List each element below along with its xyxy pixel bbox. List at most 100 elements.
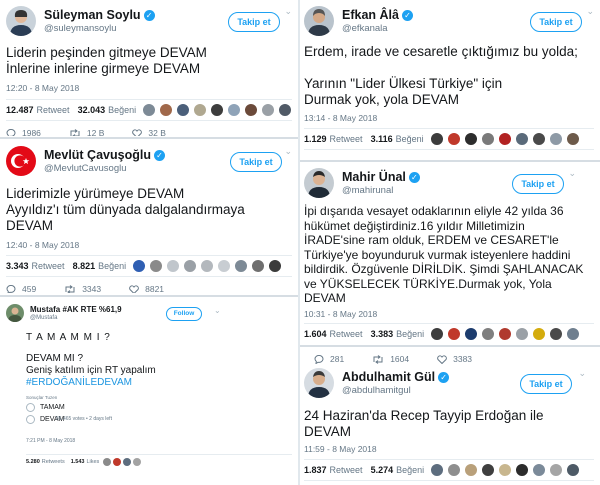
user-name[interactable]: Mustafa #AK RTE %61,9 — [30, 305, 122, 314]
liker-avatar[interactable] — [176, 103, 191, 117]
tweet-time[interactable]: 7:21 PM - 8 May 2018 — [26, 438, 292, 444]
tweet-time[interactable]: 12:40 - 8 May 2018 — [6, 240, 292, 250]
liker-avatar[interactable] — [103, 458, 112, 466]
liker-avatar[interactable] — [481, 326, 496, 341]
liker-avatar[interactable] — [430, 326, 445, 341]
follow-button[interactable]: Takip et — [530, 12, 582, 32]
liker-avatar[interactable] — [531, 132, 546, 146]
poll-option[interactable]: TAMAM — [26, 403, 292, 412]
reply-button[interactable]: 285 — [304, 157, 334, 158]
retweet-count[interactable]: 1.129 — [304, 134, 327, 144]
liker-avatar[interactable] — [113, 458, 122, 466]
like-count[interactable]: 32.043 — [78, 105, 106, 115]
liker-avatar[interactable] — [133, 458, 142, 466]
avatar[interactable] — [6, 304, 24, 322]
liker-avatar[interactable] — [278, 103, 292, 117]
retweet-button[interactable]: 12 B — [69, 128, 104, 136]
liker-avatar[interactable] — [430, 463, 445, 477]
user-handle[interactable]: @abdulhamitgul — [342, 385, 411, 396]
liker-avatar[interactable] — [548, 132, 563, 146]
liker-avatar[interactable] — [514, 132, 529, 146]
liker-avatar[interactable] — [132, 259, 147, 273]
retweet-button[interactable]: 3343 — [64, 284, 101, 293]
like-button[interactable]: 32 B — [132, 128, 166, 136]
reply-button[interactable]: 459 — [6, 284, 36, 293]
follow-button[interactable]: Takip et — [228, 12, 280, 32]
tweet-time[interactable]: 11:59 - 8 May 2018 — [304, 444, 594, 454]
liker-avatar[interactable] — [532, 326, 547, 341]
chevron-down-icon[interactable]: ⌄ — [578, 368, 586, 379]
liker-avatar[interactable] — [463, 132, 478, 146]
chevron-down-icon[interactable]: ⌄ — [214, 306, 221, 315]
chevron-down-icon[interactable]: ⌄ — [284, 146, 292, 157]
liker-avatar[interactable] — [149, 259, 164, 273]
user-name[interactable]: Mahir Ünal ✓ — [342, 170, 420, 184]
liker-avatar[interactable] — [200, 259, 215, 273]
liker-avatar[interactable] — [210, 103, 225, 117]
retweet-count[interactable]: 5.280 — [26, 459, 40, 465]
like-button[interactable]: 8821 — [129, 284, 164, 293]
liker-avatar[interactable] — [193, 103, 208, 117]
liker-avatar[interactable] — [549, 463, 564, 477]
liker-avatar[interactable] — [234, 259, 249, 273]
chevron-down-icon[interactable]: ⌄ — [568, 168, 576, 179]
follow-button[interactable]: Takip et — [230, 152, 282, 172]
tweet-time[interactable]: 13:14 - 8 May 2018 — [304, 113, 594, 123]
liker-avatar[interactable] — [447, 326, 462, 341]
liker-avatar[interactable] — [159, 103, 174, 117]
liker-avatar[interactable] — [261, 103, 276, 117]
liker-avatar[interactable] — [464, 326, 479, 341]
liker-avatar[interactable] — [464, 463, 479, 477]
liker-avatar[interactable] — [429, 132, 444, 146]
liker-avatar[interactable] — [497, 132, 512, 146]
liker-avatar[interactable] — [480, 132, 495, 146]
retweet-button[interactable]: 1604 — [372, 354, 409, 364]
reply-button[interactable]: 1986 — [6, 128, 41, 136]
chevron-down-icon[interactable]: ⌄ — [586, 6, 594, 17]
avatar[interactable] — [304, 168, 334, 198]
liker-avatar[interactable] — [268, 259, 283, 273]
like-count[interactable]: 5.274 — [371, 465, 394, 475]
liker-avatar[interactable] — [142, 103, 157, 117]
like-button[interactable]: 3383 — [437, 354, 472, 364]
liker-avatar[interactable] — [446, 132, 461, 146]
tweet-time[interactable]: 12:20 - 8 May 2018 — [6, 83, 292, 93]
retweet-count[interactable]: 3.343 — [6, 261, 29, 271]
user-handle[interactable]: @efkanala — [342, 23, 388, 34]
liker-avatar[interactable] — [447, 463, 462, 477]
user-handle[interactable]: @mahirunal — [342, 185, 393, 196]
liker-avatar[interactable] — [549, 326, 564, 341]
liker-avatar[interactable] — [566, 326, 581, 341]
retweet-count[interactable]: 1.837 — [304, 465, 327, 475]
like-count[interactable]: 3.116 — [371, 134, 393, 144]
liker-avatar[interactable] — [123, 458, 132, 466]
like-count[interactable]: 3.383 — [371, 329, 394, 339]
liker-avatar[interactable] — [244, 103, 259, 117]
liker-avatar[interactable] — [515, 326, 530, 341]
user-handle[interactable]: @Mustafa — [30, 315, 57, 321]
follow-button[interactable]: Takip et — [520, 374, 572, 394]
reply-button[interactable]: 281 — [314, 354, 344, 364]
liker-avatar[interactable] — [515, 463, 530, 477]
user-handle[interactable]: @MevlutCavusoglu — [44, 163, 127, 174]
retweet-count[interactable]: 12.487 — [6, 105, 34, 115]
liker-avatar[interactable] — [166, 259, 181, 273]
user-name[interactable]: Efkan Âlâ ✓ — [342, 8, 413, 22]
follow-button[interactable]: Takip et — [512, 174, 564, 194]
avatar[interactable] — [304, 6, 334, 36]
user-name[interactable]: Mevlüt Çavuşoğlu ✓ — [44, 148, 165, 162]
liker-avatar[interactable] — [498, 463, 513, 477]
liker-avatar[interactable] — [481, 463, 496, 477]
user-name[interactable]: Abdulhamit Gül ✓ — [342, 370, 450, 384]
liker-avatar[interactable] — [532, 463, 547, 477]
retweet-count[interactable]: 1.604 — [304, 329, 327, 339]
hashtag-link[interactable]: #ERDOĞANİLEDEVAM — [26, 377, 292, 389]
liker-avatar[interactable] — [217, 259, 232, 273]
like-button[interactable]: 3116 — [426, 157, 461, 158]
user-handle[interactable]: @suleymansoylu — [44, 23, 116, 34]
retweet-button[interactable]: 1129 — [362, 157, 398, 158]
liker-avatar[interactable] — [565, 132, 580, 146]
chevron-down-icon[interactable]: ⌄ — [284, 6, 292, 17]
like-count[interactable]: 1.543 — [71, 459, 85, 465]
like-count[interactable]: 8.821 — [73, 261, 96, 271]
